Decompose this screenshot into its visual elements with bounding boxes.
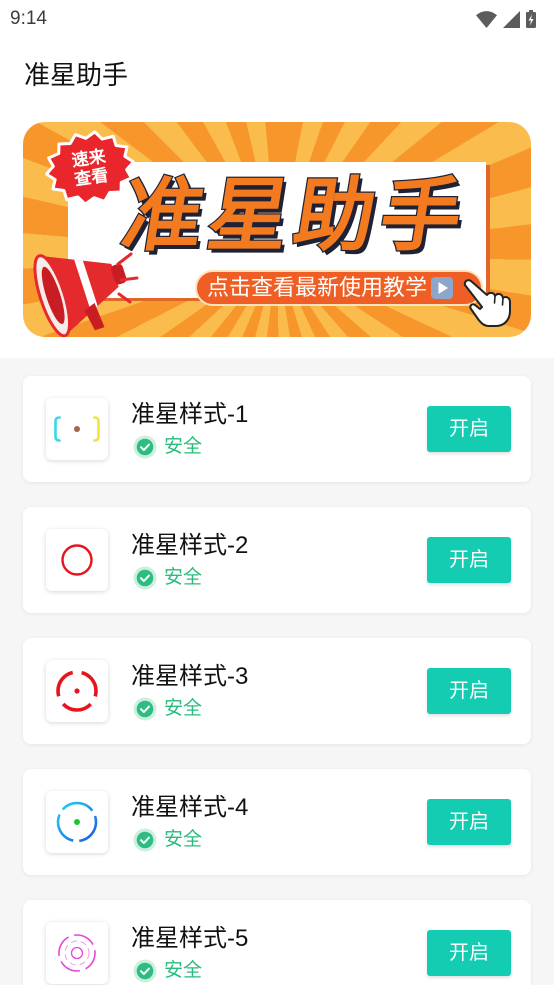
crosshair-brackets-icon [46, 398, 108, 460]
enable-button[interactable]: 开启 [427, 537, 511, 583]
banner-cta-text: 点击查看最新使用教学 [207, 275, 428, 300]
crosshair-name: 准星样式-3 [131, 663, 249, 690]
sound-lines-decoration [115, 250, 145, 306]
safety-status-text: 安全 [164, 829, 203, 850]
banner-headline: 准星助手 [115, 170, 476, 262]
status-icons [476, 9, 536, 29]
crosshair-card: 准星样式-3 安全 开启 [23, 638, 531, 744]
safety-status: 安全 [133, 959, 202, 983]
safety-status: 安全 [133, 566, 202, 590]
crosshair-red-circle-icon [46, 529, 108, 591]
safety-status: 安全 [133, 435, 202, 459]
pointing-hand-icon [463, 278, 515, 328]
app-title: 准星助手 [24, 60, 129, 90]
safety-status-text: 安全 [164, 436, 203, 457]
battery-charging-icon [526, 10, 536, 28]
crosshair-card: 准星样式-2 安全 开启 [23, 507, 531, 613]
safety-status: 安全 [133, 697, 202, 721]
cell-signal-icon [503, 10, 520, 28]
crosshair-card: 准星样式-5 安全 开启 [23, 900, 531, 985]
verified-shield-icon [133, 435, 157, 459]
badge-line-2: 查看 [73, 165, 110, 190]
wifi-icon [476, 10, 497, 28]
safety-status: 安全 [133, 828, 202, 852]
safety-status-text: 安全 [164, 567, 203, 588]
play-button-icon [430, 276, 454, 300]
crosshair-card: 准星样式-4 安全 开启 [23, 769, 531, 875]
verified-shield-icon [133, 828, 157, 852]
crosshair-list: 准星样式-1 安全 开启 准星样式-2 安全 开启 准星样式-3 安全 开启 准… [0, 358, 554, 985]
status-time: 9:14 [10, 8, 47, 29]
enable-button[interactable]: 开启 [427, 668, 511, 714]
crosshair-pink-dashed-ring-icon [46, 922, 108, 984]
crosshair-blue-broken-ring-icon [46, 791, 108, 853]
crosshair-name: 准星样式-5 [131, 925, 249, 952]
safety-status-text: 安全 [164, 698, 203, 719]
enable-button[interactable]: 开启 [427, 930, 511, 976]
verified-shield-icon [133, 959, 157, 983]
starburst-badge-icon: 速来 查看 [40, 125, 139, 211]
banner-cta-button[interactable]: 点击查看最新使用教学 [195, 270, 483, 306]
enable-button[interactable]: 开启 [427, 406, 511, 452]
enable-button[interactable]: 开启 [427, 799, 511, 845]
tutorial-banner[interactable]: 准星助手 点击查看最新使用教学 速来 查看 [23, 122, 531, 337]
crosshair-name: 准星样式-1 [131, 401, 249, 428]
crosshair-name: 准星样式-4 [131, 794, 249, 821]
verified-shield-icon [133, 566, 157, 590]
verified-shield-icon [133, 697, 157, 721]
safety-status-text: 安全 [164, 960, 203, 981]
crosshair-name: 准星样式-2 [131, 532, 249, 559]
crosshair-red-broken-ring-icon [46, 660, 108, 722]
badge-text: 速来 查看 [40, 125, 139, 211]
status-bar: 9:14 [0, 0, 554, 38]
app-screen: 9:14 准星助手 准星助手 点击查看最新使用教学 速来 查看 准星样式-1 安… [0, 0, 554, 985]
crosshair-card: 准星样式-1 安全 开启 [23, 376, 531, 482]
